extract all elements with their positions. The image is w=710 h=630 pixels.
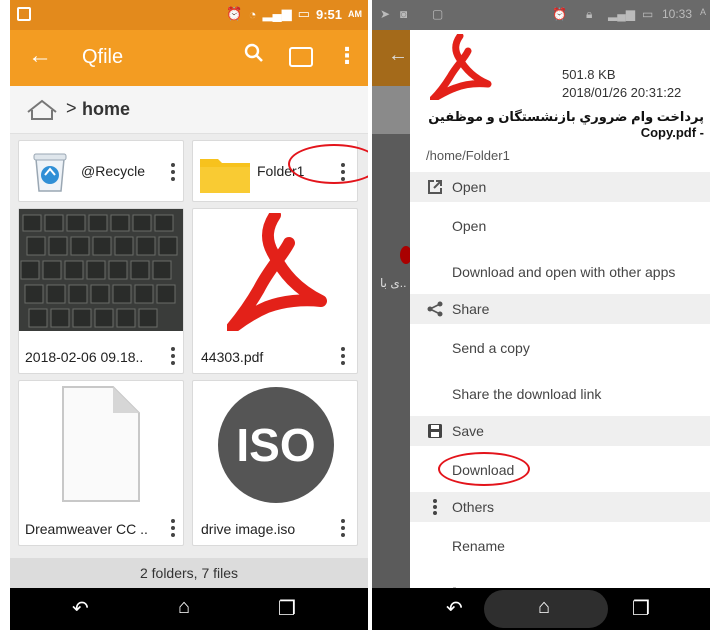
file-action-sheet: 501.8 KB 2018/01/26 20:31:22 پرداخت وام …: [410, 30, 710, 588]
option-share-link[interactable]: Share the download link: [452, 386, 601, 402]
section-title: Open: [452, 179, 487, 195]
pdf-icon: [430, 34, 492, 100]
qfile-browser-screen: ⏰ ◔ ▂▄▆ ▭ 9:51 AM ← Qfile ⋮ > home @Recy…: [10, 0, 368, 630]
nav-home-icon[interactable]: ⌂: [178, 596, 190, 619]
file-item-name: drive image.iso: [201, 521, 296, 537]
notification-icon: ◙: [400, 7, 408, 21]
item-menu-button[interactable]: [334, 343, 352, 369]
system-nav-bar: ↶ ⌂ ❐: [372, 588, 710, 630]
signal-icon: ▂▄▆: [608, 7, 635, 21]
more-vertical-icon: [433, 499, 437, 515]
status-bar: ⏰ ◔ ▂▄▆ ▭ 9:51 AM: [10, 0, 368, 30]
file-name: پرداخت وام ضروري بازنشستگان و موظفين - C…: [428, 109, 704, 140]
file-grid: @Recycle Folder1 2018-02-06 09.18.. 4430…: [10, 134, 368, 558]
app-title: Qfile: [82, 46, 124, 68]
share-icon: [427, 301, 443, 317]
clock-ampm: AM: [348, 9, 362, 19]
file-item-name: @Recycle: [81, 163, 146, 179]
section-open: Open: [410, 172, 710, 202]
back-arrow-icon[interactable]: ←: [28, 42, 52, 70]
system-tray: ⏰ ◔ ▂▄▆ ▭ 9:51 AM: [226, 6, 362, 22]
item-menu-button[interactable]: [334, 515, 352, 541]
back-arrow-icon: ←: [388, 44, 408, 66]
nav-recents-icon[interactable]: ❐: [278, 596, 296, 621]
wifi-icon: ◔: [248, 6, 257, 22]
pdf-icon: [227, 213, 327, 331]
section-title: Share: [452, 301, 490, 317]
lock-icon: 🔒︎: [586, 7, 593, 21]
save-disk-icon: [428, 424, 442, 438]
status-bar: ➤ ◙ ▢ ⏰ 🔒︎ ▂▄▆ ▭ 10:33 A: [372, 0, 710, 30]
breadcrumb-current[interactable]: home: [82, 99, 130, 120]
folder-summary: 2 folders, 7 files: [10, 558, 368, 588]
document-icon: [62, 386, 140, 502]
section-title: Save: [452, 423, 484, 439]
cast-icon[interactable]: [289, 47, 313, 67]
file-date: 2018/01/26 20:31:22: [562, 85, 682, 100]
alarm-icon: ⏰: [552, 7, 567, 21]
option-open[interactable]: Open: [452, 218, 486, 234]
file-size: 501.8 KB: [562, 67, 616, 82]
dimmed-file-name: ی با..: [380, 276, 407, 290]
breadcrumb: > home: [10, 86, 368, 134]
highlight-ring: [438, 452, 530, 486]
file-item-name: Dreamweaver CC ..: [25, 521, 148, 537]
file-item-iso[interactable]: ISO drive image.iso: [192, 380, 358, 546]
search-icon[interactable]: [243, 42, 265, 64]
section-title: Others: [452, 499, 495, 515]
option-send-copy[interactable]: Send a copy: [452, 340, 530, 356]
app-bar: ← Qfile ⋮: [10, 30, 368, 86]
nav-back-icon[interactable]: ↶: [446, 596, 463, 621]
file-item-recycle[interactable]: @Recycle: [18, 140, 184, 202]
item-menu-button[interactable]: [164, 343, 182, 369]
system-nav-bar: ↶ ⌂ ❐: [10, 588, 368, 630]
nav-back-icon[interactable]: ↶: [72, 596, 89, 621]
iso-label: ISO: [236, 419, 315, 471]
iso-disc-icon: ISO: [218, 387, 334, 503]
battery-icon: ▭: [642, 7, 654, 21]
battery-icon: ▭: [297, 6, 310, 21]
file-item-photo[interactable]: 2018-02-06 09.18..: [18, 208, 184, 374]
notification-icon: ▢: [432, 7, 444, 21]
recycle-bin-icon: [33, 153, 67, 192]
open-external-icon: [428, 180, 442, 194]
file-item-name: 2018-02-06 09.18..: [25, 349, 144, 365]
file-item-name: 44303.pdf: [201, 349, 264, 365]
navigation-icon: ➤: [380, 7, 391, 21]
clock: 9:51: [315, 6, 342, 22]
keyboard-photo-thumbnail: [19, 209, 183, 331]
option-cut-off: ◦: [452, 580, 457, 588]
section-others: Others: [410, 492, 710, 522]
notification-icon: [17, 7, 31, 21]
alarm-icon: ⏰: [226, 6, 243, 21]
home-icon[interactable]: [26, 98, 58, 122]
section-save: Save: [410, 416, 710, 446]
nav-recents-icon[interactable]: ❐: [632, 596, 650, 621]
item-menu-button[interactable]: [164, 515, 182, 541]
option-download-open-other-apps[interactable]: Download and open with other apps: [452, 264, 675, 280]
item-menu-button[interactable]: [164, 159, 182, 185]
signal-icon: ▂▄▆: [262, 6, 292, 21]
option-rename[interactable]: Rename: [452, 538, 505, 554]
clock-ampm: A: [700, 7, 707, 17]
folder-icon: [200, 159, 250, 193]
file-path: /home/Folder1: [426, 148, 510, 163]
nav-home-icon[interactable]: ⌂: [538, 596, 550, 619]
clock: 10:33: [662, 7, 693, 21]
file-details-screen: ➤ ◙ ▢ ⏰ 🔒︎ ▂▄▆ ▭ 10:33 A ← ی با.. 501.8 …: [372, 0, 710, 630]
file-item-dreamweaver[interactable]: Dreamweaver CC ..: [18, 380, 184, 546]
file-item-pdf[interactable]: 44303.pdf: [192, 208, 358, 374]
breadcrumb-separator: >: [66, 98, 77, 118]
section-share: Share: [410, 294, 710, 324]
overflow-menu-icon[interactable]: ⋮: [336, 43, 358, 69]
